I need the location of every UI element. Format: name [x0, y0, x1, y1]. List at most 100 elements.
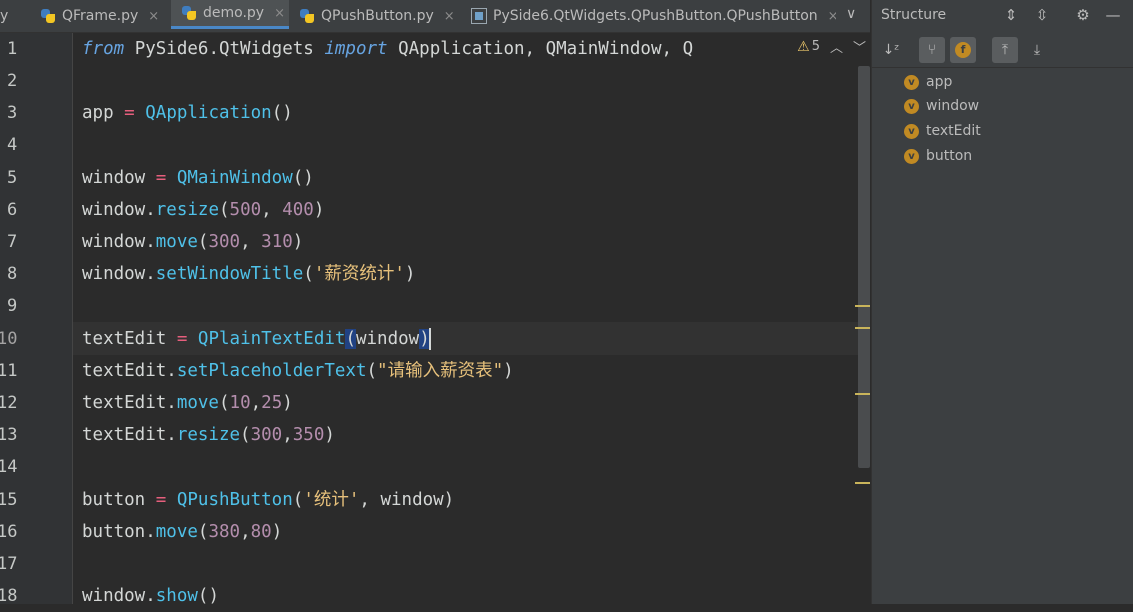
code-line-15: button = QPushButton('统计', window)	[73, 484, 870, 516]
operator: =	[155, 490, 167, 510]
code-text: QApplication, QMainWindow, Q	[387, 39, 694, 59]
sort-alpha-icon[interactable]: ↓ᶻ	[878, 37, 904, 63]
tab-qpushbutton-class[interactable]: PySide6.QtWidgets.QPushButton.QPushButto…	[471, 0, 836, 32]
scroll-marker[interactable]	[855, 393, 870, 395]
line-number: 6	[7, 200, 18, 220]
warning-count: 5	[811, 39, 820, 54]
line-number: 14	[0, 457, 18, 477]
number-literal: 300	[208, 232, 241, 252]
code-text: button.	[82, 522, 156, 542]
python-file-icon	[40, 8, 56, 24]
function-name: resize	[155, 200, 219, 220]
scroll-marker[interactable]	[855, 482, 870, 484]
code-line-18: window.show()	[73, 580, 870, 612]
python-file-icon	[181, 5, 197, 21]
close-icon[interactable]: ×	[274, 6, 285, 21]
variable-icon: v	[904, 74, 919, 90]
structure-item[interactable]: v window	[904, 94, 979, 118]
tab-qpushbutton[interactable]: QPushButton.py ×	[299, 0, 459, 32]
code-line-16: button.move(380,80)	[73, 516, 870, 548]
code-text: (	[240, 425, 251, 445]
code-text: (	[366, 361, 378, 381]
warning-icon: ⚠	[797, 38, 810, 55]
line-number: 12	[0, 393, 18, 413]
chevron-up-icon[interactable]: ︿	[830, 37, 843, 56]
scroll-marker[interactable]	[855, 305, 870, 307]
tab-partial[interactable]: y	[0, 0, 18, 32]
variable-icon: v	[904, 123, 919, 139]
collapse-all-icon[interactable]: ⇳	[1033, 6, 1051, 24]
class-name: QApplication	[145, 103, 272, 123]
tab-label: demo.py	[203, 5, 265, 21]
line-number: 5	[7, 168, 18, 188]
tab-label: QPushButton.py	[321, 8, 434, 24]
code-text: (	[218, 393, 230, 413]
editor-tab-bar: y QFrame.py × demo.py × QPushButton.py ×…	[0, 0, 870, 33]
structure-item[interactable]: v button	[904, 144, 972, 168]
code-line-8: window.setWindowTitle('薪资统计')	[73, 258, 870, 290]
line-number: 3	[7, 103, 18, 123]
structure-item[interactable]: v app	[904, 70, 952, 94]
number-literal: 300	[250, 425, 283, 445]
function-name: move	[155, 232, 198, 252]
keyword: import	[324, 39, 388, 59]
structure-header: Structure ⇕ ⇳ ⚙ —	[872, 0, 1133, 32]
number-literal: 350	[292, 425, 325, 445]
code-text: ,	[250, 393, 262, 413]
code-text: )	[292, 232, 304, 252]
code-line-7: window.move(300, 310)	[73, 226, 870, 258]
show-fields-button[interactable]: f	[950, 37, 976, 63]
line-number: 8	[7, 264, 18, 284]
close-icon[interactable]: ×	[444, 9, 455, 24]
tab-label: QFrame.py	[62, 8, 139, 24]
inspection-widget[interactable]: ⚠ 5 ︿ ﹀	[789, 37, 866, 56]
structure-item[interactable]: v textEdit	[904, 119, 981, 143]
chevron-down-icon[interactable]: ﹀	[853, 37, 866, 56]
code-text: )	[282, 393, 293, 413]
code-text: textEdit.	[82, 361, 177, 381]
number-literal: 10	[229, 393, 251, 413]
class-name: QPushButton	[176, 490, 293, 510]
scroll-marker[interactable]	[855, 327, 870, 329]
code-text: )	[404, 264, 416, 284]
function-name: move	[176, 393, 219, 413]
tab-demo[interactable]: demo.py ×	[171, 0, 289, 29]
gear-icon[interactable]: ⚙	[1074, 6, 1092, 24]
variable-icon: v	[904, 148, 919, 164]
function-name: move	[155, 522, 198, 542]
code-text: window.	[82, 586, 156, 606]
autoscroll-from-source-icon[interactable]: ⤓	[1024, 37, 1050, 63]
code-text: )	[503, 361, 514, 381]
line-number: 10	[0, 329, 18, 349]
field-icon: f	[955, 42, 971, 58]
number-literal: 80	[250, 522, 272, 542]
code-text: textEdit	[82, 329, 177, 349]
code-line-13: textEdit.resize(300,350)	[73, 419, 870, 451]
number-literal: 25	[261, 393, 283, 413]
close-icon[interactable]: ×	[148, 9, 159, 24]
code-text: textEdit.	[82, 425, 177, 445]
close-icon[interactable]: ×	[828, 9, 836, 24]
line-number: 9	[7, 296, 18, 316]
autoscroll-to-source-icon[interactable]: ⤒	[992, 37, 1018, 63]
line-number: 2	[7, 71, 18, 91]
code-text: , window)	[359, 490, 455, 510]
code-text: button	[82, 490, 156, 510]
function-name: resize	[176, 425, 241, 445]
expand-all-icon[interactable]: ⇕	[1002, 6, 1020, 24]
minimize-icon[interactable]: —	[1104, 6, 1122, 24]
show-inherited-icon[interactable]: ⑂	[919, 37, 945, 63]
code-text: ,	[240, 522, 251, 542]
code-text: (	[303, 264, 314, 284]
tab-qframe[interactable]: QFrame.py ×	[40, 0, 168, 32]
line-number: 4	[7, 135, 18, 155]
structure-toolbar: ↓ᶻ ⑂ f ⤒ ⤓	[872, 33, 1133, 68]
vertical-scrollbar[interactable]	[858, 66, 870, 468]
code-text: ,	[282, 425, 293, 445]
tab-overflow-chevron-icon[interactable]: ∨	[846, 6, 856, 22]
code-text: window	[82, 168, 156, 188]
code-editor[interactable]: from PySide6.QtWidgets import QApplicati…	[73, 33, 870, 606]
code-text: ,	[240, 232, 262, 252]
structure-item-label: app	[926, 74, 953, 90]
